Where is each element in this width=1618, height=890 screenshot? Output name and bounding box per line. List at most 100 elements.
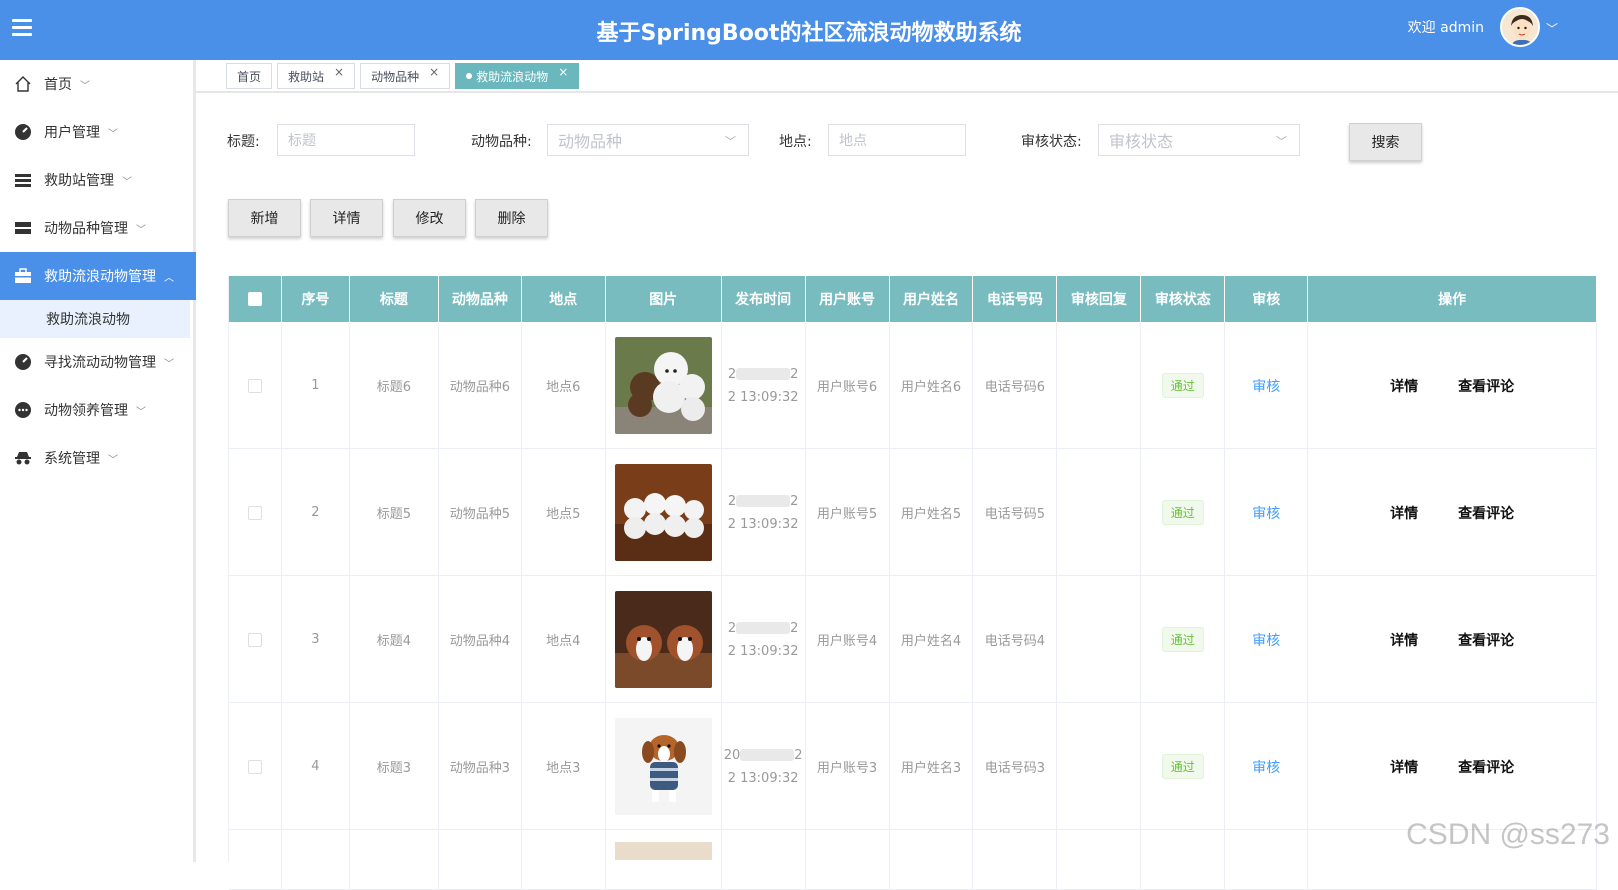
select-all-cell[interactable] [229, 276, 282, 322]
row-select-cell[interactable] [229, 576, 282, 703]
table-row[interactable] [229, 830, 1597, 890]
breed-select[interactable]: 动物品种﹀ [547, 124, 749, 156]
table-row[interactable]: 3 标题4 动物品种4 地点4 222 13:09:32 用户账号4 用户姓名4… [229, 576, 1597, 703]
chevron-down-icon: ﹀ [164, 355, 174, 370]
sidebar-item-find[interactable]: 寻找流动动物管理 ﹀ [0, 338, 193, 386]
account-cell: 用户账号4 [806, 576, 890, 703]
redacted-date [736, 368, 790, 380]
column-header[interactable]: 审核回复 [1057, 276, 1141, 322]
detail-action[interactable]: 详情 [1390, 630, 1418, 650]
location-input[interactable]: 地点 [828, 124, 966, 156]
detail-action[interactable]: 详情 [1390, 503, 1418, 523]
close-icon[interactable]: × [429, 65, 439, 79]
column-header[interactable]: 动物品种 [439, 276, 522, 322]
sidebar-item-label: 动物领养管理 [44, 400, 128, 420]
row-select-cell[interactable] [229, 703, 282, 830]
add-button[interactable]: 新增 [228, 199, 301, 237]
title-input[interactable]: 标题 [277, 124, 415, 156]
delete-button[interactable]: 删除 [475, 199, 548, 237]
view-comments-action[interactable]: 查看评论 [1458, 757, 1514, 777]
title-cell: 标题4 [350, 576, 439, 703]
audit-link[interactable]: 审核 [1252, 503, 1280, 523]
row-checkbox[interactable] [248, 506, 262, 520]
publish-time-fragment: 2 [790, 494, 798, 509]
sidebar-item-adoption[interactable]: 动物领养管理 ﹀ [0, 386, 193, 434]
tab-label: 救助站 [288, 68, 324, 85]
tab-rescue-animals[interactable]: 救助流浪动物× [455, 63, 579, 89]
sidebar-subitem-rescue-animals[interactable]: 救助流浪动物 [0, 300, 190, 338]
sidebar-item-label: 用户管理 [44, 122, 100, 142]
row-checkbox[interactable] [248, 379, 262, 393]
phone-cell: 电话号码6 [973, 322, 1057, 449]
status-cell: 通过 [1141, 576, 1225, 703]
tab-stations[interactable]: 救助站 × [277, 63, 355, 89]
briefcase-icon [14, 267, 32, 285]
status-cell: 通过 [1141, 322, 1225, 449]
sidebar-item-rescue[interactable]: 救助流浪动物管理 ︿ [0, 252, 196, 300]
tab-home[interactable]: 首页 [226, 63, 272, 89]
dog-photo[interactable] [615, 718, 712, 815]
status-badge: 通过 [1162, 627, 1204, 652]
detail-action[interactable]: 详情 [1390, 757, 1418, 777]
name-cell: 用户姓名3 [890, 703, 974, 830]
view-comments-action[interactable]: 查看评论 [1458, 376, 1514, 396]
column-header[interactable]: 发布时间 [722, 276, 806, 322]
sidebar-item-home[interactable]: 首页 ﹀ [0, 60, 193, 108]
sidebar-item-stations[interactable]: 救助站管理 ﹀ [0, 156, 193, 204]
page-title: 基于SpringBoot的社区流浪动物救助系统 [0, 15, 1618, 47]
publish-time-fragment: 2 [728, 621, 736, 636]
chevron-down-icon: ﹀ [136, 403, 146, 418]
detail-button[interactable]: 详情 [310, 199, 383, 237]
row-select-cell[interactable] [229, 322, 282, 449]
audit-link[interactable]: 审核 [1252, 757, 1280, 777]
chevron-down-icon[interactable]: ﹀ [1546, 20, 1558, 37]
close-icon[interactable]: × [334, 65, 344, 79]
status-cell [1141, 830, 1225, 890]
audit-link[interactable]: 审核 [1252, 630, 1280, 650]
search-button[interactable]: 搜索 [1349, 123, 1422, 161]
select-all-checkbox[interactable] [248, 292, 262, 306]
sidebar-item-users[interactable]: 用户管理 ﹀ [0, 108, 193, 156]
row-select-cell[interactable] [229, 449, 282, 576]
status-placeholder: 审核状态 [1109, 128, 1173, 152]
column-header[interactable]: 电话号码 [973, 276, 1057, 322]
column-header[interactable]: 审核状态 [1141, 276, 1225, 322]
dog-photo[interactable] [615, 842, 712, 860]
actions-cell: 详情 查看评论 [1308, 449, 1597, 576]
phone-cell [973, 830, 1057, 890]
sidebar-item-breeds[interactable]: 动物品种管理 ﹀ [0, 204, 193, 252]
dog-photo[interactable] [615, 591, 712, 688]
table-row[interactable]: 1 标题6 动物品种6 地点6 222 13:09:32 用户账号6 用户姓名6… [229, 322, 1597, 449]
column-header[interactable]: 序号 [282, 276, 350, 322]
audit-link[interactable]: 审核 [1252, 376, 1280, 396]
close-icon[interactable]: × [558, 65, 568, 79]
column-header[interactable]: 地点 [522, 276, 606, 322]
table-row[interactable]: 2 标题5 动物品种5 地点5 222 13:09:32 用户账号5 用户姓名5… [229, 449, 1597, 576]
avatar[interactable] [1500, 7, 1540, 47]
column-header[interactable]: 审核 [1225, 276, 1308, 322]
column-header[interactable]: 操作 [1308, 276, 1597, 322]
column-header[interactable]: 标题 [350, 276, 439, 322]
row-checkbox[interactable] [248, 633, 262, 647]
status-select[interactable]: 审核状态﹀ [1098, 124, 1300, 156]
tab-label: 动物品种 [371, 68, 419, 85]
column-header[interactable]: 用户账号 [806, 276, 890, 322]
list-icon [14, 171, 32, 189]
column-header[interactable]: 图片 [606, 276, 722, 322]
account-cell [806, 830, 890, 890]
sidebar-item-system[interactable]: 系统管理 ﹀ [0, 434, 193, 482]
row-select-cell[interactable] [229, 830, 282, 890]
dog-photo[interactable] [615, 464, 712, 561]
dog-photo[interactable] [615, 337, 712, 434]
view-comments-action[interactable]: 查看评论 [1458, 630, 1514, 650]
detail-action[interactable]: 详情 [1390, 376, 1418, 396]
tab-breeds[interactable]: 动物品种 × [360, 63, 450, 89]
location-cell [522, 830, 606, 890]
chevron-down-icon: ﹀ [122, 173, 132, 188]
column-header[interactable]: 用户姓名 [890, 276, 974, 322]
table-row[interactable]: 4 标题3 动物品种3 地点3 2022 13:09:32 用户账号3 用户姓名… [229, 703, 1597, 830]
view-comments-action[interactable]: 查看评论 [1458, 503, 1514, 523]
edit-button[interactable]: 修改 [393, 199, 466, 237]
row-checkbox[interactable] [248, 760, 262, 774]
chevron-up-icon: ︿ [164, 269, 174, 284]
